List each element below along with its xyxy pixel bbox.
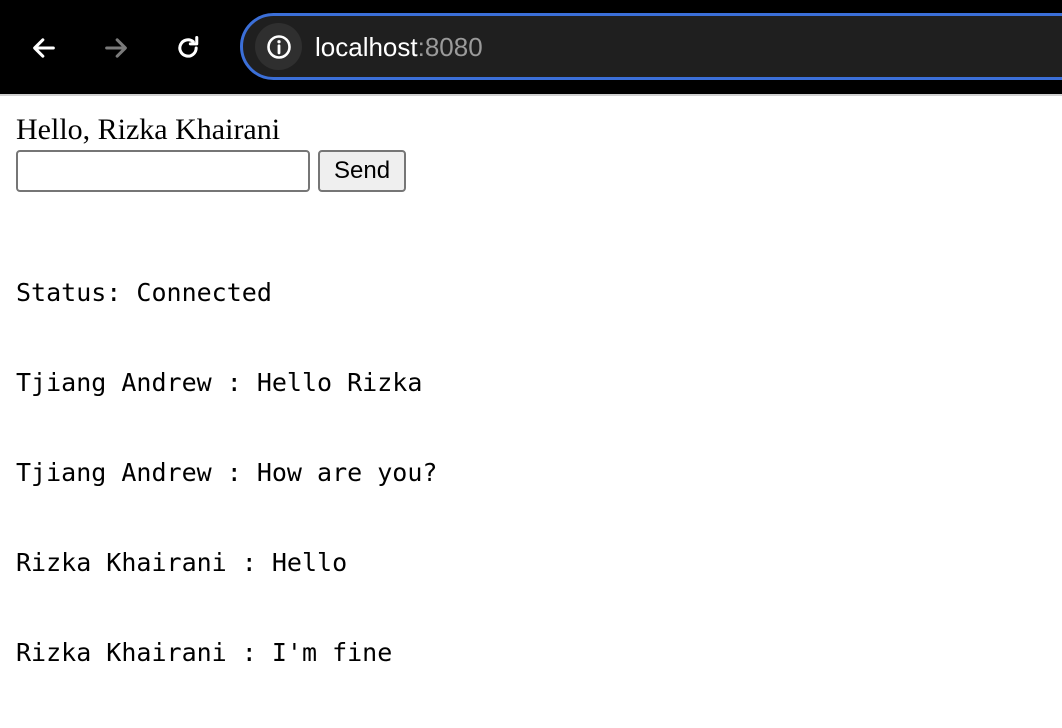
- forward-button[interactable]: [92, 24, 140, 72]
- greeting-text: Hello, Rizka Khairani: [16, 113, 281, 146]
- site-info-button[interactable]: [255, 23, 302, 70]
- back-button[interactable]: [20, 24, 68, 72]
- chat-message: Tjiang Andrew : Hello Rizka: [16, 368, 423, 397]
- browser-toolbar: localhost:8080: [0, 0, 1062, 94]
- toolbar-divider: [0, 94, 1062, 96]
- page-content: Hello, Rizka Khairani Send Status: Conne…: [16, 112, 1046, 728]
- info-icon: [266, 34, 291, 59]
- chat-log: Status: Connected Tjiang Andrew : Hello …: [16, 218, 1046, 728]
- address-bar[interactable]: localhost:8080: [240, 13, 1062, 80]
- message-input[interactable]: [16, 150, 310, 192]
- chat-message: Tjiang Andrew : How are you?: [16, 458, 438, 487]
- reload-icon: [178, 35, 199, 58]
- send-button[interactable]: Send: [318, 150, 407, 192]
- url-port: :8080: [417, 32, 483, 62]
- arrow-right-icon: [105, 38, 127, 58]
- message-form: Send: [16, 150, 1046, 192]
- status-text: Status: Connected: [16, 278, 272, 307]
- url-host: localhost: [315, 32, 418, 62]
- chat-message: Rizka Khairani : Hello: [16, 548, 348, 577]
- arrow-left-icon: [33, 38, 55, 58]
- reload-button[interactable]: [164, 24, 212, 72]
- chat-message: Rizka Khairani : I'm fine: [16, 638, 393, 667]
- url-text[interactable]: localhost:8080: [315, 32, 483, 62]
